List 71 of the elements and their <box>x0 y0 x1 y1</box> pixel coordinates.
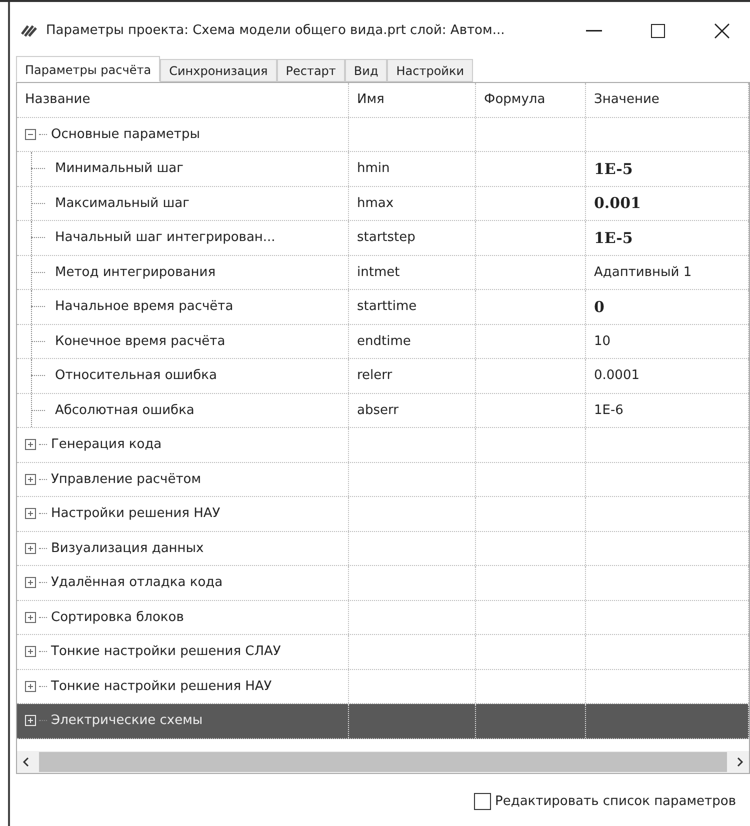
checkbox-label[interactable]: Редактировать список параметров <box>495 792 736 812</box>
parameter-value[interactable]: 0 <box>594 296 604 318</box>
expand-icon[interactable] <box>25 508 36 520</box>
group-name[interactable]: Тонкие настройки решения НАУ <box>51 676 272 696</box>
parameter-value[interactable]: Адаптивный 1 <box>594 262 692 282</box>
parameter-value[interactable]: 1E-6 <box>594 400 624 420</box>
expand-icon[interactable] <box>25 646 36 658</box>
expand-icon[interactable] <box>25 474 36 485</box>
table-row[interactable]: Тонкие настройки решения СЛАУ <box>17 635 749 670</box>
parameter-name: Относительная ошибка <box>55 367 217 385</box>
expand-icon[interactable] <box>25 439 36 450</box>
table-row[interactable]: Удалённая отладка кода <box>17 566 749 600</box>
parameter-id: endtime <box>357 332 411 350</box>
table-row[interactable]: Основные параметры <box>17 118 749 152</box>
parameter-id: starttime <box>357 298 417 316</box>
table-row[interactable]: Генерация кода <box>17 428 749 462</box>
tab[interactable]: Параметры расчёта <box>16 56 160 82</box>
parameter-id: relerr <box>357 367 392 385</box>
parameter-name: Конечное время расчёта <box>55 332 226 350</box>
tab[interactable]: Синхронизация <box>160 59 277 82</box>
tab[interactable]: Вид <box>344 59 388 82</box>
group-name[interactable]: Генерация кода <box>51 435 162 454</box>
tab[interactable]: Настройки <box>387 59 474 82</box>
parameter-name: Метод интегрирования <box>55 264 216 282</box>
parameter-value[interactable]: 1E-5 <box>594 158 633 180</box>
group-name[interactable]: Удалённая отладка кода <box>51 573 223 592</box>
app-logo-icon <box>20 24 38 38</box>
column-header[interactable]: Формула <box>484 90 546 110</box>
column-header[interactable]: Значение <box>594 90 660 110</box>
table-row[interactable]: Электрические схемы <box>17 704 749 738</box>
window-title: Параметры проекта: Схема модели общего вида.prt слой: Автом... <box>46 22 506 40</box>
parameter-name: Абсолютная ошибка <box>55 402 194 420</box>
tab[interactable]: Рестарт <box>276 59 345 82</box>
scroll-right-icon[interactable] <box>736 757 744 767</box>
parameter-name: Минимальный шаг <box>55 160 184 178</box>
group-name[interactable]: Визуализация данных <box>51 538 204 558</box>
group-name[interactable]: Управление расчётом <box>51 470 202 489</box>
parameter-id: hmin <box>357 160 390 178</box>
expand-icon[interactable] <box>25 542 36 554</box>
parameter-id: startstep <box>357 229 416 247</box>
table-row[interactable]: Настройки решения НАУ <box>17 497 749 532</box>
parameter-name: Начальный шаг интегрирован... <box>55 229 276 247</box>
expand-icon[interactable] <box>25 577 36 588</box>
group-name[interactable]: Настройки решения НАУ <box>51 504 220 524</box>
close-icon <box>714 23 730 39</box>
expand-icon[interactable] <box>25 680 36 692</box>
horizontal-scrollbar[interactable] <box>17 751 749 773</box>
parameter-value[interactable]: 0.001 <box>594 192 641 214</box>
group-name[interactable]: Основные параметры <box>51 124 200 144</box>
parameter-id: hmax <box>357 194 394 212</box>
minimize-icon <box>586 30 602 32</box>
checkbox[interactable] <box>474 793 492 810</box>
parameter-id: intmet <box>357 264 400 282</box>
maximize-icon <box>651 24 665 38</box>
collapse-icon[interactable] <box>25 128 36 140</box>
table-row[interactable]: Управление расчётом <box>17 462 749 497</box>
parameter-id: abserr <box>357 402 398 420</box>
group-name[interactable]: Сортировка блоков <box>51 608 184 627</box>
column-header[interactable]: Имя <box>357 90 384 110</box>
parameter-value[interactable]: 10 <box>594 332 611 351</box>
parameter-name: Начальное время расчёта <box>55 298 234 316</box>
expand-icon[interactable] <box>25 612 36 623</box>
table-row[interactable]: Визуализация данных <box>17 532 749 566</box>
group-name[interactable]: Электрические схемы <box>51 711 203 730</box>
parameter-value[interactable]: 0.0001 <box>594 366 640 386</box>
table-row[interactable]: Сортировка блоков <box>17 600 749 635</box>
scroll-left-icon[interactable] <box>22 757 30 767</box>
group-name[interactable]: Тонкие настройки решения СЛАУ <box>51 642 281 662</box>
parameter-value[interactable]: 1E-5 <box>594 226 633 249</box>
column-header[interactable]: Название <box>25 90 90 110</box>
parameter-name: Максимальный шаг <box>55 194 190 212</box>
